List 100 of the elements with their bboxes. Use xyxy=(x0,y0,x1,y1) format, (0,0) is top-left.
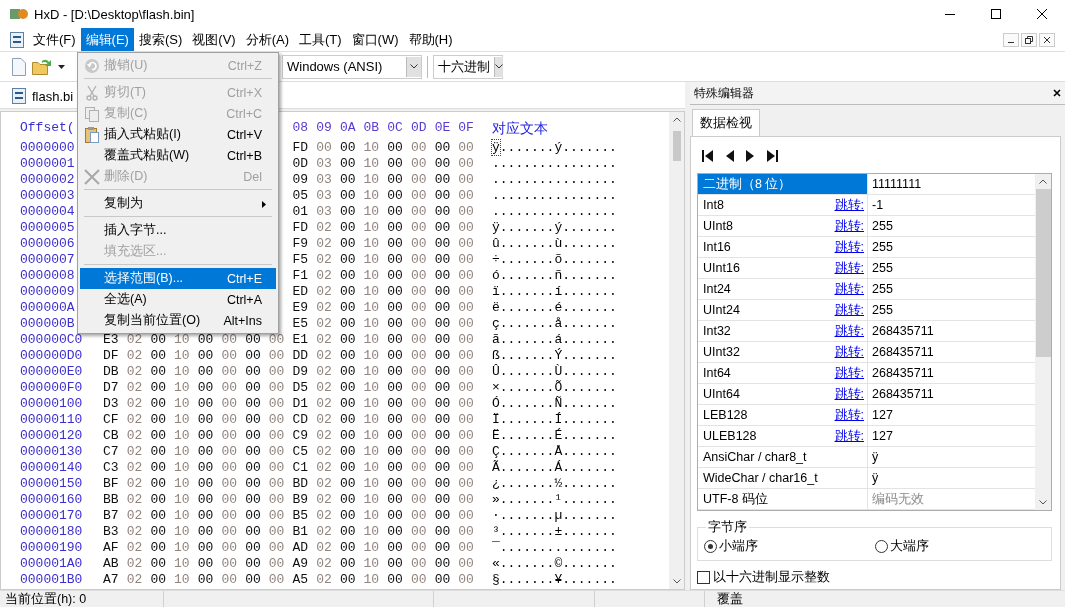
hex-byte: 00 xyxy=(434,556,452,572)
menu-item[interactable]: 分析(A) xyxy=(240,28,294,51)
field-name[interactable]: UTF-8 码位 xyxy=(698,489,868,509)
minimize-button[interactable] xyxy=(1003,32,1019,47)
hex-byte: 00 xyxy=(339,540,357,556)
field-name[interactable]: Int24 跳转: xyxy=(698,279,868,299)
menu-entry[interactable]: 选择范围(B)... Ctrl+E xyxy=(80,268,276,289)
menu-entry[interactable]: 全选(A) Ctrl+A xyxy=(80,289,276,310)
field-name[interactable]: UInt32 跳转: xyxy=(698,342,868,362)
hex-byte: 00 xyxy=(458,284,475,300)
field-name[interactable]: UInt8 跳转: xyxy=(698,216,868,236)
submenu-arrow-icon xyxy=(262,200,266,208)
field-name[interactable]: Int32 跳转: xyxy=(698,321,868,341)
menu-entry[interactable]: 覆盖式粘贴(W) Ctrl+B xyxy=(80,145,276,166)
jump-link[interactable]: 跳转: xyxy=(834,385,864,403)
jump-link[interactable]: 跳转: xyxy=(834,280,864,298)
jump-link[interactable]: 跳转: xyxy=(834,301,864,319)
menu-entry[interactable]: 插入式粘贴(I) Ctrl+V xyxy=(80,124,276,145)
menu-item[interactable]: 编辑(E) xyxy=(80,28,134,51)
menu-item[interactable]: 工具(T) xyxy=(294,28,347,51)
next-icon[interactable] xyxy=(745,149,755,163)
field-name[interactable]: UInt24 跳转: xyxy=(698,300,868,320)
jump-link[interactable]: 跳转: xyxy=(834,322,864,340)
menu-item[interactable]: 视图(V) xyxy=(187,28,241,51)
hex-byte: 00 xyxy=(434,140,452,156)
text-column: ç.......å....... xyxy=(492,316,669,332)
field-name[interactable]: Int64 跳转: xyxy=(698,363,868,383)
hex-byte: 00 xyxy=(458,252,475,268)
hex-byte: E1 xyxy=(292,332,310,348)
scroll-thumb[interactable] xyxy=(1035,189,1051,357)
hex-byte: 09 xyxy=(292,172,310,188)
hex-byte: 02 xyxy=(316,540,333,556)
hex-byte: FD xyxy=(292,140,310,156)
document-icon xyxy=(12,88,26,104)
menu-item[interactable]: 窗口(W) xyxy=(346,28,404,51)
field-name[interactable]: Int8 跳转: xyxy=(698,195,868,215)
hex-byte: 00 xyxy=(434,300,452,316)
field-name[interactable]: UInt16 跳转: xyxy=(698,258,868,278)
text-column: ................ xyxy=(492,156,669,172)
last-icon[interactable] xyxy=(765,149,779,163)
hex-byte: 00 xyxy=(339,476,357,492)
radio-option[interactable]: 大端序 xyxy=(874,538,1045,555)
jump-link[interactable]: 跳转: xyxy=(834,196,864,214)
hex-byte: 00 xyxy=(458,236,475,252)
chevron-up-icon[interactable] xyxy=(672,117,681,122)
hex-integers-checkbox[interactable]: 以十六进制显示整数 xyxy=(697,569,1052,586)
jump-link[interactable]: 跳转: xyxy=(834,238,864,256)
previous-icon[interactable] xyxy=(725,149,735,163)
radio-option[interactable]: 小端序 xyxy=(704,538,875,555)
scrollbar[interactable] xyxy=(669,112,684,589)
document-tab[interactable]: flash.bi xyxy=(0,88,80,108)
menu-entry[interactable]: 插入字节... xyxy=(80,220,276,241)
menu-item[interactable]: 搜索(S) xyxy=(133,28,188,51)
field-name[interactable]: WideChar / char16_t xyxy=(698,468,868,488)
field-name[interactable]: Int16 跳转: xyxy=(698,237,868,257)
hex-byte: 00 xyxy=(339,252,357,268)
field-name[interactable]: UInt64 跳转: xyxy=(698,384,868,404)
menu-item[interactable]: 文件(F) xyxy=(28,28,81,51)
open-folder-icon[interactable] xyxy=(32,57,52,76)
new-file-icon[interactable] xyxy=(12,57,26,76)
chevron-down-icon[interactable] xyxy=(672,579,681,584)
close-button[interactable] xyxy=(1039,32,1055,47)
number-base-dropdown[interactable]: 十六进制 xyxy=(433,54,503,79)
menu-entry[interactable]: 复制当前位置(O) Alt+Ins xyxy=(80,310,276,331)
jump-link[interactable]: 跳转: xyxy=(834,259,864,277)
field-name[interactable]: LEB128 跳转: xyxy=(698,405,868,425)
jump-link[interactable]: 跳转: xyxy=(834,343,864,361)
hex-byte: 00 xyxy=(197,556,215,572)
jump-link[interactable]: 跳转: xyxy=(834,364,864,382)
jump-link[interactable]: 跳转: xyxy=(834,217,864,235)
row-offset: 00000190 xyxy=(20,540,83,556)
jump-link[interactable]: 跳转: xyxy=(834,427,864,445)
type-label: ULEB128 xyxy=(703,429,757,443)
panel-tab[interactable]: 数据检视 xyxy=(692,109,760,136)
field-name[interactable]: 二进制（8 位） xyxy=(698,174,868,194)
hex-byte: B5 xyxy=(292,508,310,524)
scroll-thumb[interactable] xyxy=(672,131,681,161)
menu-entry[interactable]: 复制为 xyxy=(80,193,276,214)
first-icon[interactable] xyxy=(701,149,715,163)
chevron-down-icon[interactable] xyxy=(1039,500,1047,505)
hex-byte: 00 xyxy=(458,380,475,396)
hex-byte: 00 xyxy=(150,556,167,572)
hex-byte: 00 xyxy=(434,172,452,188)
hex-byte: 02 xyxy=(126,348,144,364)
close-icon[interactable] xyxy=(1053,89,1061,97)
hex-byte: 00 xyxy=(339,156,357,172)
jump-link[interactable]: 跳转: xyxy=(834,406,864,424)
field-name[interactable]: ULEB128 跳转: xyxy=(698,426,868,446)
hex-byte: 00 xyxy=(339,524,357,540)
menu-item[interactable]: 帮助(H) xyxy=(403,28,458,51)
chevron-up-icon[interactable] xyxy=(1039,179,1047,184)
field-name[interactable]: AnsiChar / char8_t xyxy=(698,447,868,467)
dropdown-caret-icon[interactable] xyxy=(58,64,65,69)
hex-byte: 00 xyxy=(410,412,428,428)
restore-button[interactable] xyxy=(1021,32,1037,47)
scrollbar[interactable] xyxy=(1035,174,1051,510)
copy-icon xyxy=(84,105,100,122)
encoding-dropdown[interactable]: Windows (ANSI) xyxy=(282,54,422,79)
hex-byte: 00 xyxy=(339,140,357,156)
hex-byte: 00 xyxy=(458,364,475,380)
